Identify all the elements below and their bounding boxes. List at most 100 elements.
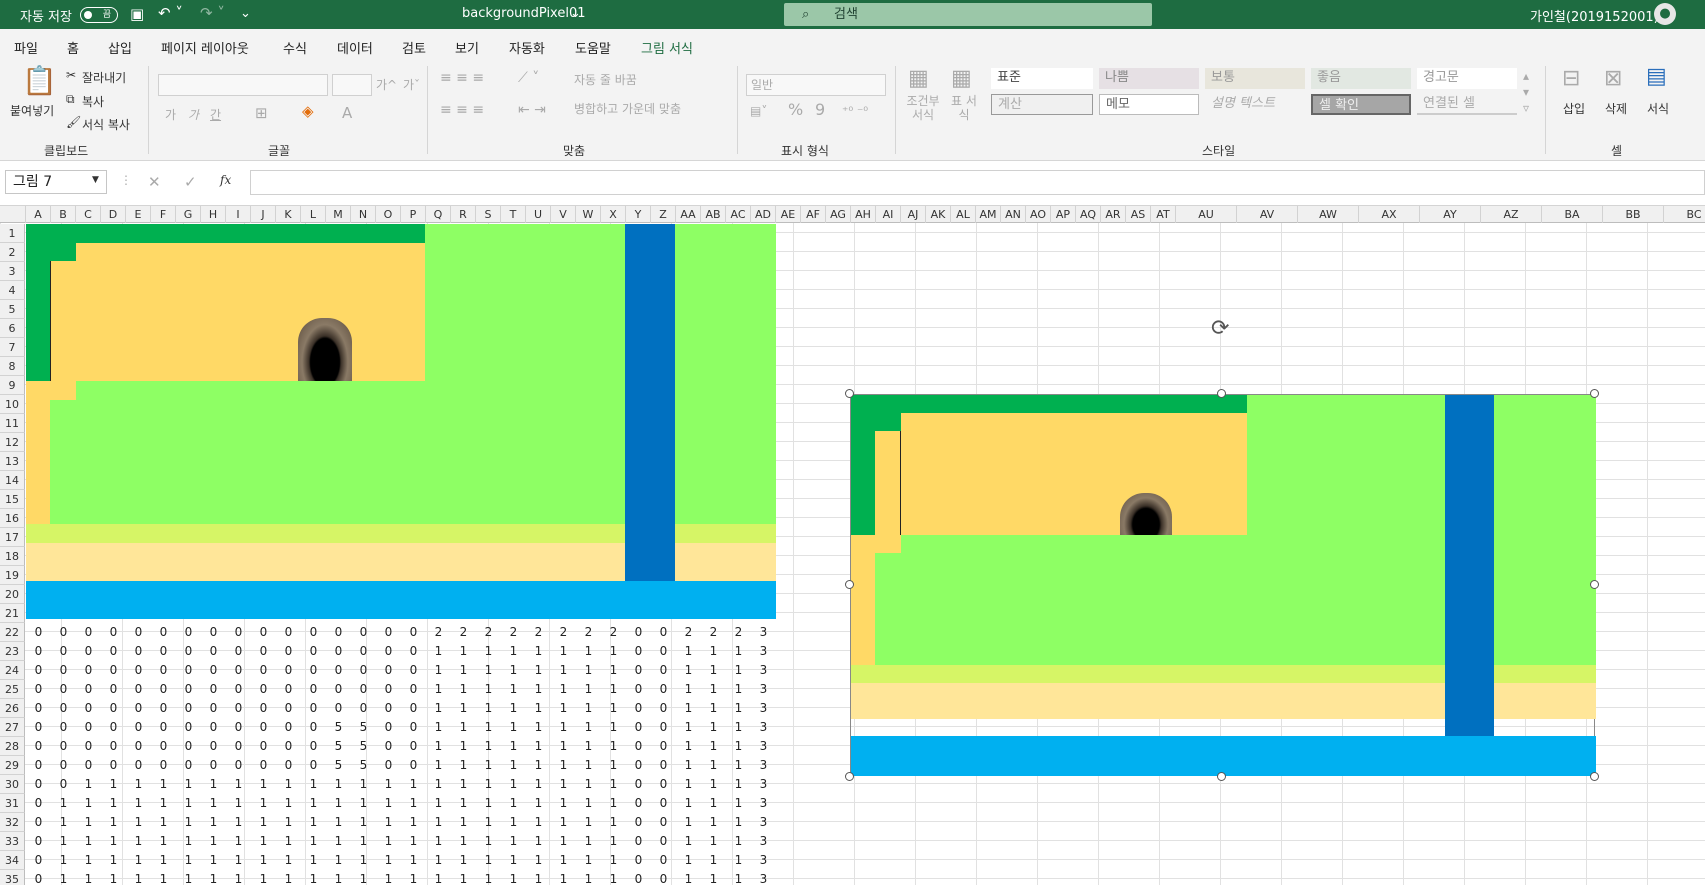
grid-cell[interactable]: 3 bbox=[751, 832, 776, 851]
grid-cell[interactable]: 0 bbox=[151, 737, 176, 756]
style-good[interactable]: 좋음 bbox=[1311, 68, 1411, 89]
cut-button[interactable]: 잘라내기 bbox=[82, 69, 126, 86]
grid-cell[interactable]: 0 bbox=[176, 680, 201, 699]
table-format-icon[interactable]: ▦ bbox=[951, 66, 972, 91]
grid-cell[interactable]: 0 bbox=[626, 775, 651, 794]
grid-cell[interactable]: 1 bbox=[701, 642, 726, 661]
grid-cell[interactable]: 0 bbox=[401, 699, 426, 718]
grid-cell[interactable]: 0 bbox=[351, 661, 376, 680]
grid-cell[interactable]: 1 bbox=[701, 718, 726, 737]
grid-cell[interactable]: 0 bbox=[101, 680, 126, 699]
grid-cell[interactable]: 1 bbox=[401, 870, 426, 885]
grid-cell[interactable]: 1 bbox=[501, 851, 526, 870]
grid-cell[interactable]: 0 bbox=[51, 737, 76, 756]
grid-cell[interactable]: 1 bbox=[226, 870, 251, 885]
grid-cell[interactable]: 0 bbox=[301, 661, 326, 680]
grid-cell[interactable]: 0 bbox=[176, 623, 201, 642]
grid-cell[interactable]: 2 bbox=[676, 623, 701, 642]
row-header[interactable]: 21 bbox=[0, 604, 25, 623]
grid-cell[interactable]: 2 bbox=[601, 623, 626, 642]
grid-cell[interactable]: 3 bbox=[751, 737, 776, 756]
column-header[interactable]: AV bbox=[1237, 206, 1298, 223]
column-header[interactable]: AQ bbox=[1076, 206, 1101, 223]
grid-cell[interactable]: 1 bbox=[551, 699, 576, 718]
underline-button[interactable]: 간 bbox=[210, 106, 221, 123]
grid-cell[interactable]: 1 bbox=[526, 794, 551, 813]
grid-cell[interactable]: 0 bbox=[251, 623, 276, 642]
grid-cell[interactable]: 0 bbox=[76, 718, 101, 737]
grid-cell[interactable]: 1 bbox=[526, 756, 551, 775]
column-header[interactable]: AO bbox=[1026, 206, 1051, 223]
grid-cell[interactable]: 1 bbox=[601, 737, 626, 756]
resize-handle[interactable] bbox=[845, 580, 854, 589]
row-header[interactable]: 5 bbox=[0, 300, 25, 319]
grid-cell[interactable]: 0 bbox=[126, 756, 151, 775]
grid-cell[interactable]: 0 bbox=[401, 680, 426, 699]
grid-cell[interactable]: 0 bbox=[376, 756, 401, 775]
grid-cell[interactable]: 0 bbox=[26, 756, 51, 775]
grid-cell[interactable]: 0 bbox=[26, 813, 51, 832]
grid-cell[interactable]: 1 bbox=[476, 832, 501, 851]
column-header[interactable]: AJ bbox=[901, 206, 926, 223]
grid-cell[interactable]: 1 bbox=[126, 870, 151, 885]
grid-cell[interactable]: 1 bbox=[726, 813, 751, 832]
grid-cell[interactable]: 1 bbox=[551, 851, 576, 870]
grid-cell[interactable]: 1 bbox=[551, 775, 576, 794]
row-header[interactable]: 12 bbox=[0, 433, 25, 452]
grid-cell[interactable]: 1 bbox=[551, 737, 576, 756]
column-header[interactable]: G bbox=[176, 206, 201, 223]
grid-cell[interactable]: 1 bbox=[251, 775, 276, 794]
column-header[interactable]: E bbox=[126, 206, 151, 223]
grid-cell[interactable]: 2 bbox=[551, 623, 576, 642]
column-header[interactable]: AA bbox=[676, 206, 701, 223]
column-header[interactable]: J bbox=[251, 206, 276, 223]
grid-cell[interactable]: 0 bbox=[326, 623, 351, 642]
grid-cell[interactable]: 0 bbox=[76, 699, 101, 718]
column-header[interactable]: H bbox=[201, 206, 226, 223]
grid-cell[interactable]: 1 bbox=[601, 870, 626, 885]
column-header[interactable]: AP bbox=[1051, 206, 1076, 223]
row-header[interactable]: 34 bbox=[0, 851, 25, 870]
column-header[interactable]: AM bbox=[976, 206, 1001, 223]
grid-cell[interactable]: 0 bbox=[51, 756, 76, 775]
grow-font-button[interactable]: 가^ bbox=[376, 76, 397, 93]
grid-cell[interactable]: 1 bbox=[501, 870, 526, 885]
grid-cell[interactable]: 1 bbox=[376, 794, 401, 813]
grid-cell[interactable]: 0 bbox=[251, 737, 276, 756]
grid-cell[interactable]: 0 bbox=[26, 718, 51, 737]
format-cells-icon[interactable]: ▤ bbox=[1646, 64, 1667, 89]
orientation-icon[interactable]: ⟋ ˅ bbox=[518, 70, 539, 86]
grid-cell[interactable]: 1 bbox=[176, 775, 201, 794]
column-header[interactable]: AX bbox=[1359, 206, 1420, 223]
tab-page-layout[interactable]: 페이지 레이아웃 bbox=[161, 38, 249, 57]
grid-cell[interactable]: 1 bbox=[601, 680, 626, 699]
grid-cell[interactable]: 0 bbox=[651, 794, 676, 813]
grid-cell[interactable]: 1 bbox=[76, 851, 101, 870]
conditional-format-icon[interactable]: ▦ bbox=[908, 66, 929, 91]
grid-cell[interactable]: 1 bbox=[426, 718, 451, 737]
font-size-select[interactable] bbox=[332, 74, 372, 96]
grid-cell[interactable]: 0 bbox=[76, 756, 101, 775]
grid-cell[interactable]: 1 bbox=[476, 680, 501, 699]
grid-cell[interactable]: 0 bbox=[226, 623, 251, 642]
grid-cell[interactable]: 1 bbox=[251, 851, 276, 870]
grid-cell[interactable]: 0 bbox=[626, 718, 651, 737]
grid-cell[interactable]: 1 bbox=[601, 642, 626, 661]
align-top-icon[interactable]: ≡ ≡ ≡ bbox=[440, 70, 484, 86]
bold-button[interactable]: 가 bbox=[165, 106, 176, 123]
row-header[interactable]: 10 bbox=[0, 395, 25, 414]
avatar[interactable]: ● bbox=[1654, 3, 1676, 25]
grid-cell[interactable]: 0 bbox=[301, 642, 326, 661]
row-header[interactable]: 19 bbox=[0, 566, 25, 585]
grid-cell[interactable]: 0 bbox=[301, 737, 326, 756]
grid-cell[interactable]: 1 bbox=[601, 851, 626, 870]
grid-cell[interactable]: 0 bbox=[251, 680, 276, 699]
grid-cell[interactable]: 1 bbox=[476, 775, 501, 794]
grid-cell[interactable]: 1 bbox=[301, 794, 326, 813]
grid-cell[interactable]: 0 bbox=[26, 832, 51, 851]
column-header[interactable]: BA bbox=[1542, 206, 1603, 223]
grid-cell[interactable]: 0 bbox=[376, 623, 401, 642]
grid-cell[interactable]: 0 bbox=[26, 794, 51, 813]
grid-cell[interactable]: 1 bbox=[476, 813, 501, 832]
grid-cell[interactable]: 1 bbox=[501, 680, 526, 699]
